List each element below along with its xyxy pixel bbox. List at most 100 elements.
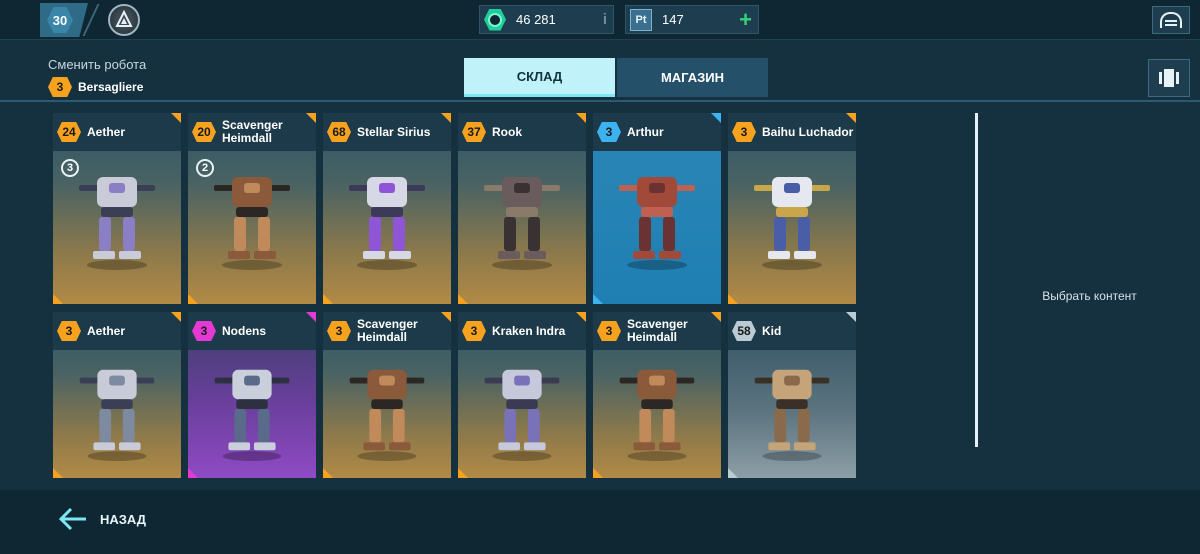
- robot-name: Scavenger Heimdall: [627, 317, 688, 344]
- robot-level-badge: 3: [57, 321, 81, 341]
- rarity-corner: [53, 294, 63, 304]
- player-level-badge: 30: [47, 7, 73, 33]
- gold-balance[interactable]: 46 281 i: [479, 5, 614, 34]
- view-toggle-button[interactable]: [1148, 59, 1190, 97]
- back-label: НАЗАД: [100, 511, 147, 527]
- robot-image: [349, 177, 425, 270]
- robot-image: [79, 177, 155, 270]
- hangar-button[interactable]: [1152, 6, 1190, 34]
- robot-card-header: 3 Nodens: [188, 312, 316, 350]
- robot-name: Kraken Indra: [492, 323, 566, 338]
- robot-card-2[interactable]: 20 Scavenger Heimdall 2: [188, 113, 316, 304]
- robot-card-5[interactable]: 3 Arthur: [593, 113, 721, 304]
- robot-card-header: 3 Baihu Luchador: [728, 113, 856, 151]
- robot-card-header: 68 Stellar Sirius: [323, 113, 451, 151]
- gold-value: 46 281: [516, 12, 556, 27]
- robot-level-badge: 68: [327, 122, 351, 142]
- robot-image: [79, 369, 155, 462]
- robot-level-badge: 3: [327, 321, 351, 341]
- select-content-placeholder: Выбрать контент: [1042, 289, 1137, 303]
- rarity-corner: [53, 468, 63, 478]
- robot-name: Rook: [492, 124, 522, 139]
- robot-image: [349, 369, 425, 462]
- robot-card-header: 3 Scavenger Heimdall: [323, 312, 451, 350]
- panel-divider: [975, 113, 978, 447]
- robot-card-12[interactable]: 58 Kid: [728, 312, 856, 478]
- robot-level-badge: 3: [462, 321, 486, 341]
- robot-card-header: 58 Kid: [728, 312, 856, 350]
- robot-level-badge: 3: [192, 321, 216, 341]
- rarity-corner: [728, 468, 738, 478]
- robot-card-4[interactable]: 37 Rook: [458, 113, 586, 304]
- bottom-bar: [0, 490, 1200, 554]
- tab-shop[interactable]: МАГАЗИН: [617, 58, 768, 97]
- rarity-corner: [728, 294, 738, 304]
- info-icon[interactable]: i: [603, 11, 607, 28]
- robot-image: [619, 369, 695, 462]
- carousel-view-icon: [1159, 69, 1179, 87]
- robot-level-badge: 3: [732, 122, 756, 142]
- robot-level-badge: 20: [192, 122, 216, 142]
- rarity-corner: [593, 294, 603, 304]
- header-divider: [0, 100, 1200, 102]
- platinum-balance[interactable]: Pt 147 +: [625, 5, 759, 34]
- robot-name: Aether: [87, 323, 126, 338]
- robot-name: Scavenger Heimdall: [222, 118, 283, 145]
- back-button[interactable]: НАЗАД: [58, 506, 146, 532]
- platinum-icon: Pt: [630, 8, 652, 31]
- robot-card-6[interactable]: 3 Baihu Luchador: [728, 113, 856, 304]
- tab-storage[interactable]: СКЛАД: [464, 58, 615, 97]
- robot-image: [754, 177, 830, 270]
- rarity-corner: [458, 468, 468, 478]
- robot-card-10[interactable]: 3 Kraken Indra: [458, 312, 586, 478]
- add-platinum-button[interactable]: +: [739, 8, 752, 31]
- robot-image: [214, 177, 290, 270]
- robot-card-3[interactable]: 68 Stellar Sirius: [323, 113, 451, 304]
- robot-card-header: 24 Aether: [53, 113, 181, 151]
- robot-level-badge: 24: [57, 122, 81, 142]
- rarity-corner: [188, 294, 198, 304]
- rarity-corner: [323, 294, 333, 304]
- platinum-value: 147: [662, 12, 684, 27]
- current-robot-name: Bersagliere: [78, 80, 144, 94]
- robot-level-badge: 3: [597, 321, 621, 341]
- robot-card-header: 3 Aether: [53, 312, 181, 350]
- robot-card-header: 3 Scavenger Heimdall: [593, 312, 721, 350]
- robot-card-header: 37 Rook: [458, 113, 586, 151]
- rarity-corner: [188, 468, 198, 478]
- robot-card-7[interactable]: 3 Aether: [53, 312, 181, 478]
- robot-card-8[interactable]: 3 Nodens: [188, 312, 316, 478]
- robot-level-badge: 3: [597, 122, 621, 142]
- current-robot: 3 Bersagliere: [48, 77, 143, 97]
- robot-card-header: 3 Arthur: [593, 113, 721, 151]
- robot-card-header: 20 Scavenger Heimdall: [188, 113, 316, 151]
- equipped-slot-badge: 3: [61, 159, 79, 177]
- rarity-corner: [323, 468, 333, 478]
- current-robot-level: 3: [48, 77, 72, 97]
- league-emblem-icon[interactable]: [108, 4, 140, 36]
- robot-name: Baihu Luchador: [762, 124, 854, 139]
- rarity-corner: [458, 294, 468, 304]
- robot-name: Nodens: [222, 323, 267, 338]
- robot-card-1[interactable]: 24 Aether 3: [53, 113, 181, 304]
- robot-name: Scavenger Heimdall: [357, 317, 418, 344]
- robot-grid: 24 Aether 3 20 Scavenger Heimdall 2 68 S…: [53, 113, 856, 478]
- robot-card-11[interactable]: 3 Scavenger Heimdall: [593, 312, 721, 478]
- tab-bar: СКЛАД МАГАЗИН: [464, 58, 768, 97]
- robot-level-badge: 58: [732, 321, 756, 341]
- player-level-panel[interactable]: 30: [40, 3, 88, 37]
- change-robot-title: Сменить робота: [48, 57, 147, 72]
- robot-image: [484, 177, 560, 270]
- robot-image: [484, 369, 560, 462]
- equipped-slot-badge: 2: [196, 159, 214, 177]
- robot-name: Kid: [762, 323, 782, 338]
- robot-card-9[interactable]: 3 Scavenger Heimdall: [323, 312, 451, 478]
- robot-name: Aether: [87, 124, 126, 139]
- robot-card-header: 3 Kraken Indra: [458, 312, 586, 350]
- robot-name: Stellar Sirius: [357, 124, 431, 139]
- gold-gem-icon: [484, 8, 506, 31]
- robot-name: Arthur: [627, 124, 664, 139]
- rarity-corner: [593, 468, 603, 478]
- robot-level-badge: 37: [462, 122, 486, 142]
- top-bar: 30 46 281 i Pt 147 +: [0, 0, 1200, 40]
